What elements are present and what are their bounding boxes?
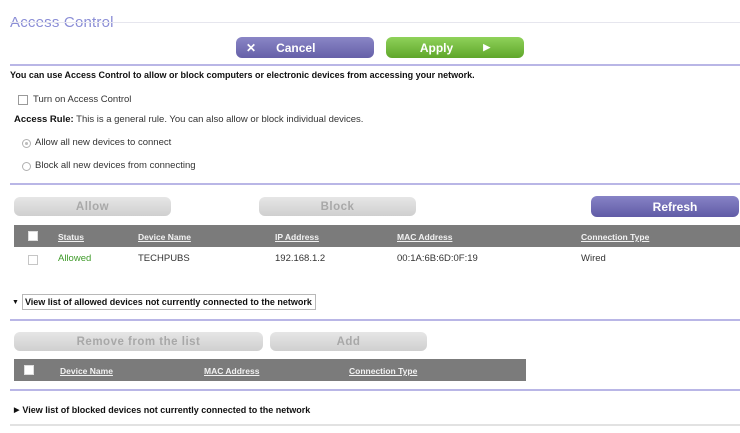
apply-button[interactable]: Apply ▶ xyxy=(386,37,524,58)
device-status: Allowed xyxy=(58,253,92,264)
arrow-right-icon: ▶ xyxy=(483,42,491,52)
access-rule-label: Access Rule: xyxy=(14,114,74,125)
select-all-checkbox[interactable] xyxy=(28,231,38,241)
allow-label: Allow xyxy=(75,200,110,213)
blocked-not-connected-label: View list of blocked devices not current… xyxy=(22,405,311,415)
access-rule-text: This is a general rule. You can also all… xyxy=(76,114,364,125)
allowed-column-connection-type[interactable]: Connection Type xyxy=(349,366,417,376)
header-divider xyxy=(10,64,740,66)
allow-all-new-radio[interactable] xyxy=(22,139,31,148)
column-header-device-name[interactable]: Device Name xyxy=(138,232,191,242)
column-header-status[interactable]: Status xyxy=(58,232,84,242)
device-ip: 192.168.1.2 xyxy=(275,253,326,264)
blocked-section-divider xyxy=(10,389,740,391)
x-icon: ✕ xyxy=(246,40,257,55)
triangle-down-icon: ▼ xyxy=(12,298,19,306)
add-button[interactable]: Add xyxy=(270,332,427,351)
device-row-checkbox[interactable] xyxy=(28,255,38,265)
turn-on-access-control-checkbox[interactable] xyxy=(18,95,28,105)
blocked-not-connected-toggle[interactable]: ▶ View list of blocked devices not curre… xyxy=(14,405,310,415)
allowed-column-mac-address[interactable]: MAC Address xyxy=(204,366,259,376)
intro-text: You can use Access Control to allow or b… xyxy=(10,70,475,80)
allow-button[interactable]: Allow xyxy=(14,197,171,216)
device-connection: Wired xyxy=(581,253,606,264)
triangle-right-icon: ▶ xyxy=(14,407,20,414)
remove-from-list-button[interactable]: Remove from the list xyxy=(14,332,263,351)
add-label: Add xyxy=(336,335,361,348)
device-name: TECHPUBS xyxy=(138,253,190,264)
apply-label: Apply xyxy=(419,40,454,55)
device-mac: 00:1A:6B:6D:0F:19 xyxy=(397,253,478,264)
block-button[interactable]: Block xyxy=(259,197,416,216)
column-header-ip-address[interactable]: IP Address xyxy=(275,232,319,242)
allowed-column-device-name[interactable]: Device Name xyxy=(60,366,113,376)
column-header-connection-type[interactable]: Connection Type xyxy=(581,232,649,242)
remove-from-list-label: Remove from the list xyxy=(76,335,201,348)
block-label: Block xyxy=(320,200,355,213)
block-all-new-label: Block all new devices from connecting xyxy=(35,160,196,171)
cancel-button[interactable]: ✕ Cancel xyxy=(236,37,374,58)
rules-divider xyxy=(10,183,740,185)
bottom-divider xyxy=(10,424,740,426)
allowed-not-connected-label: View list of allowed devices not current… xyxy=(21,294,316,310)
allowed-not-connected-toggle[interactable]: ▼ View list of allowed devices not curre… xyxy=(12,294,316,310)
refresh-label: Refresh xyxy=(652,199,698,214)
cancel-label: Cancel xyxy=(276,40,316,55)
allow-all-new-label: Allow all new devices to connect xyxy=(35,137,172,148)
access-rule-line: Access Rule: This is a general rule. You… xyxy=(14,114,363,125)
title-divider xyxy=(10,22,740,23)
turn-on-access-control-label: Turn on Access Control xyxy=(33,94,132,105)
allowed-select-all-checkbox[interactable] xyxy=(24,365,34,375)
column-header-mac-address[interactable]: MAC Address xyxy=(397,232,452,242)
allowed-section-divider xyxy=(10,319,740,321)
radio-selected-dot xyxy=(25,142,28,145)
refresh-button[interactable]: Refresh xyxy=(591,196,739,217)
block-all-new-radio[interactable] xyxy=(22,162,31,171)
